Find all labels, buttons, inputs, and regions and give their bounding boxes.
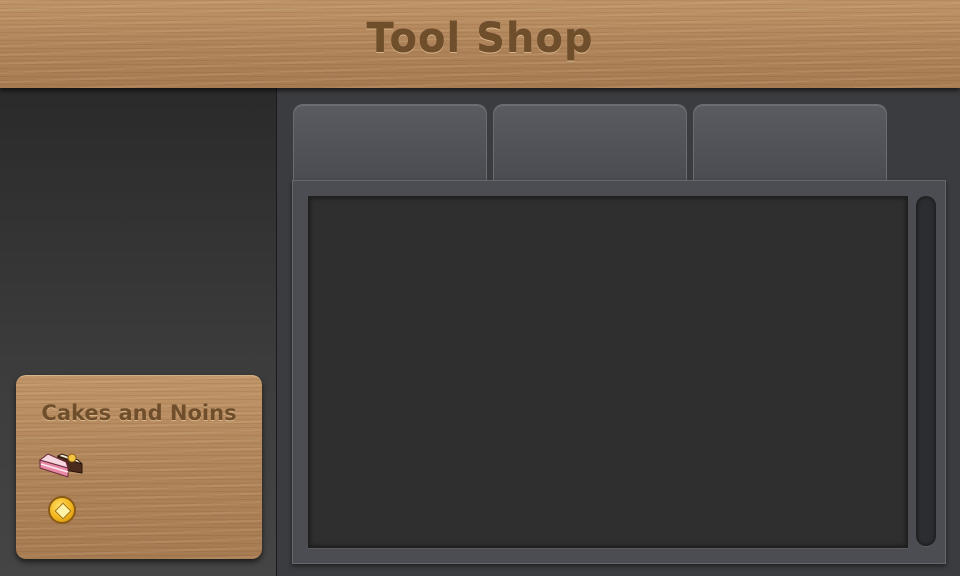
page-title: Tool Shop	[366, 16, 594, 62]
tab-1[interactable]	[293, 104, 487, 185]
item-list[interactable]	[308, 196, 908, 548]
scrollbar[interactable]	[916, 196, 936, 546]
noins-row	[48, 492, 88, 528]
item-panel	[292, 180, 946, 564]
coin-icon	[48, 496, 76, 524]
tab-2[interactable]	[493, 104, 687, 185]
shop-main	[277, 88, 960, 576]
tab-3[interactable]	[693, 104, 887, 185]
currency-card-title: Cakes and Noins	[41, 401, 237, 425]
shop-header: Tool Shop	[0, 0, 960, 88]
cakes-row	[38, 447, 96, 483]
cake-icon	[38, 446, 84, 484]
currency-card: Cakes and Noins	[16, 375, 262, 559]
